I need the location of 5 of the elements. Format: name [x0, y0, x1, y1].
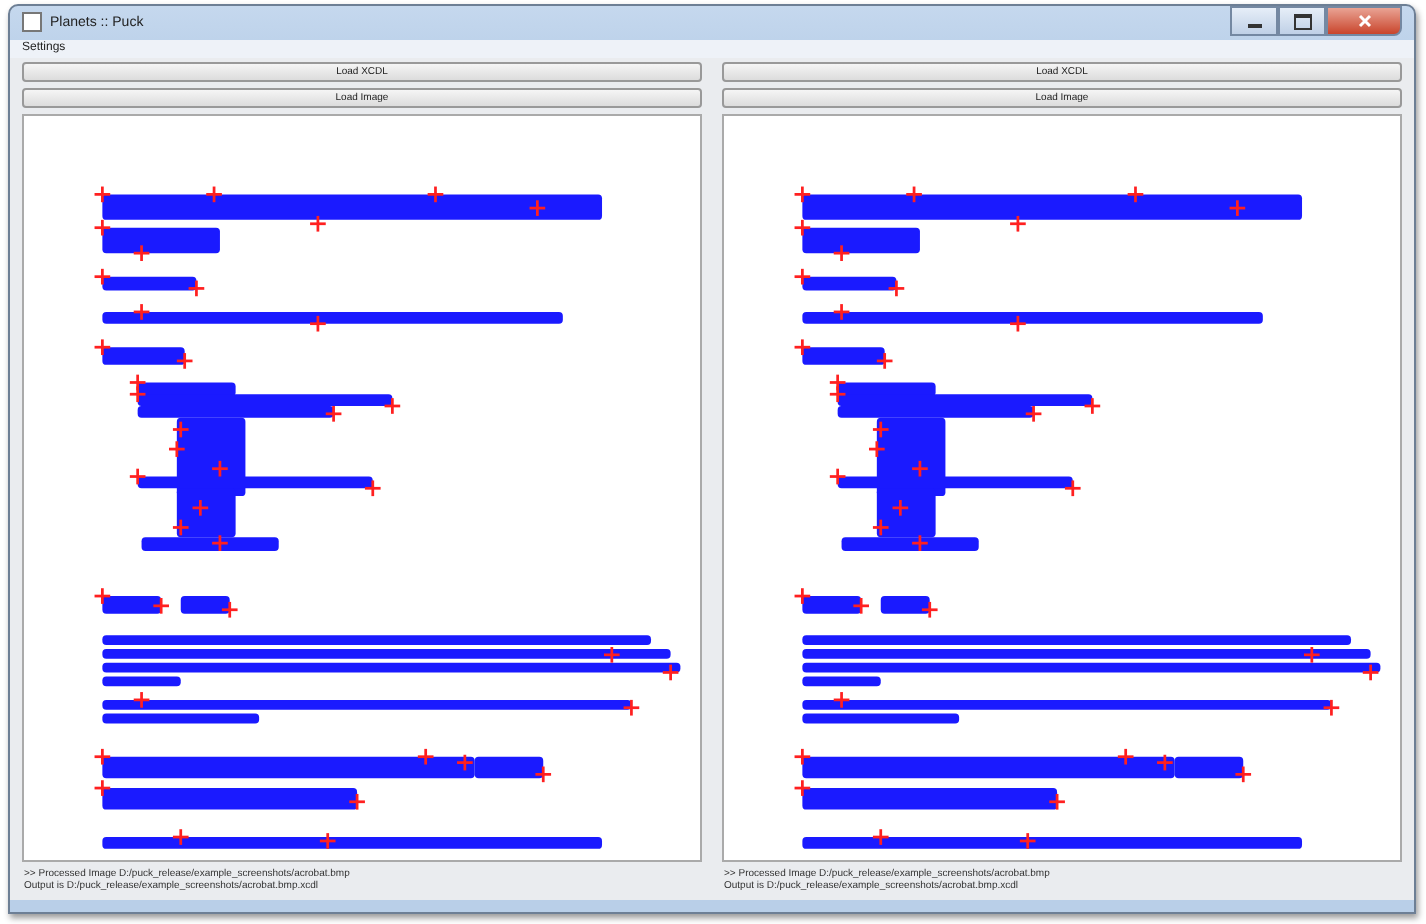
maximize-button[interactable] — [1278, 6, 1326, 36]
close-icon — [1357, 14, 1371, 28]
close-button[interactable] — [1326, 6, 1402, 36]
app-icon — [22, 12, 42, 33]
minimize-button[interactable] — [1230, 6, 1278, 36]
